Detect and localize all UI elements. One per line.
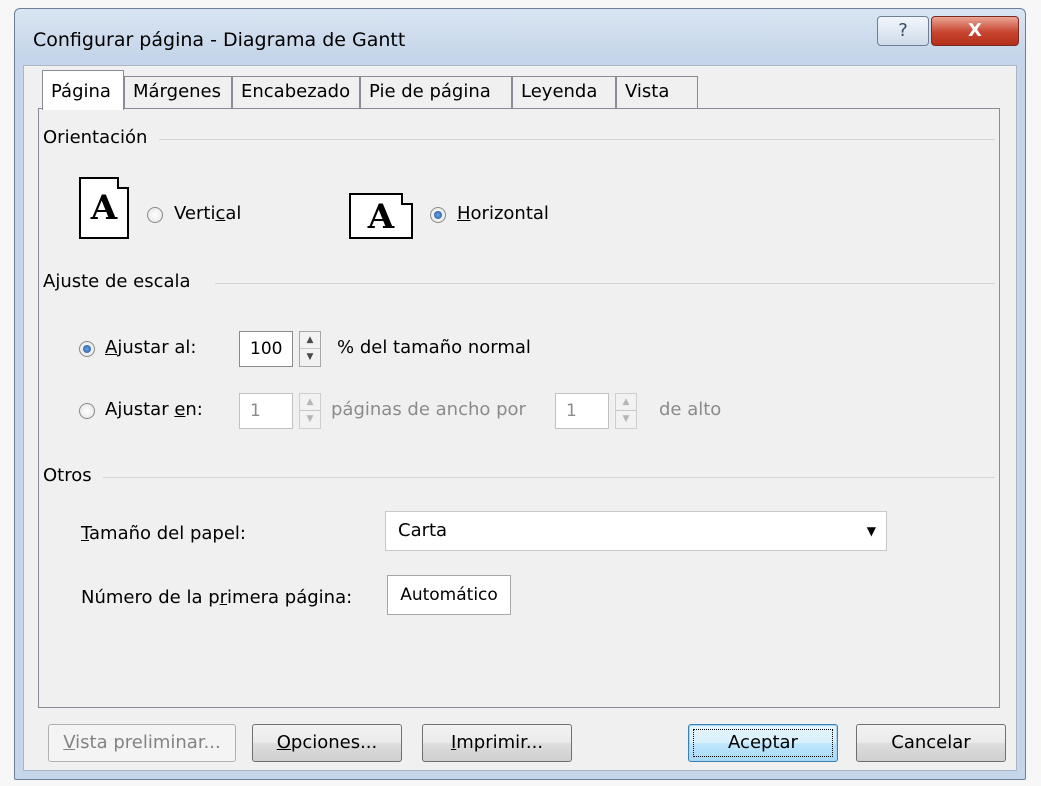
fit-wide-input[interactable]: 1 — [239, 393, 293, 429]
scaling-divider — [215, 283, 995, 284]
close-button[interactable]: X — [931, 16, 1019, 46]
fit-wide-spinner[interactable]: ▲ ▼ — [299, 393, 321, 429]
help-button[interactable]: ? — [877, 16, 929, 46]
adjust-to-label[interactable]: Ajustar al: — [105, 337, 196, 358]
ok-button[interactable]: Aceptar — [688, 724, 838, 762]
tab-panel-pagina: Orientación A Vertical A Horizontal Ajus… — [38, 108, 1000, 708]
title-bar: Configurar página - Diagrama de Gantt ? … — [15, 9, 1025, 65]
fit-tall-suffix: de alto — [659, 399, 722, 420]
tab-pie-de-pagina[interactable]: Pie de página — [360, 76, 512, 108]
paper-size-value: Carta — [398, 520, 448, 541]
adjust-to-percent-input[interactable]: 100 — [239, 331, 293, 367]
horizontal-label[interactable]: Horizontal — [457, 203, 549, 224]
help-icon: ? — [898, 20, 908, 41]
other-group-title: Otros — [43, 465, 92, 486]
spin-down-icon[interactable]: ▼ — [300, 411, 320, 428]
landscape-page-icon: A — [349, 193, 413, 239]
tab-encabezado[interactable]: Encabezado — [232, 76, 360, 108]
adjust-to-radio[interactable] — [79, 341, 95, 357]
paper-size-label: Tamaño del papel: — [81, 523, 246, 544]
spin-up-icon[interactable]: ▲ — [300, 394, 320, 411]
fit-to-label[interactable]: Ajustar en: — [105, 399, 203, 420]
fit-to-radio[interactable] — [79, 403, 95, 419]
tab-pagina[interactable]: Página — [42, 70, 124, 110]
page-setup-dialog: Configurar página - Diagrama de Gantt ? … — [14, 8, 1026, 780]
spin-down-icon[interactable]: ▼ — [300, 349, 320, 366]
orientation-divider — [159, 139, 995, 140]
tab-leyenda[interactable]: Leyenda — [512, 76, 616, 108]
paper-size-dropdown[interactable]: Carta ▼ — [385, 511, 887, 551]
fit-tall-input[interactable]: 1 — [555, 393, 609, 429]
adjust-to-spinner[interactable]: ▲ ▼ — [299, 331, 321, 367]
tab-vista[interactable]: Vista — [616, 76, 698, 108]
first-page-number-input[interactable]: Automático — [387, 575, 511, 615]
spin-down-icon[interactable]: ▼ — [616, 411, 636, 428]
chevron-down-icon[interactable]: ▼ — [867, 512, 876, 550]
cancel-button[interactable]: Cancelar — [856, 724, 1006, 762]
horizontal-radio[interactable] — [430, 207, 446, 223]
print-button[interactable]: Imprimir... — [422, 724, 572, 762]
scaling-group-title: Ajuste de escala — [43, 271, 191, 292]
options-button[interactable]: Opciones... — [252, 724, 402, 762]
adjust-to-suffix: % del tamaño normal — [337, 337, 531, 358]
other-divider — [103, 477, 995, 478]
spin-up-icon[interactable]: ▲ — [300, 332, 320, 349]
first-page-number-label: Número de la primera página: — [81, 587, 353, 608]
vertical-radio[interactable] — [147, 207, 163, 223]
dialog-body: Página Márgenes Encabezado Pie de página… — [23, 65, 1017, 771]
spin-up-icon[interactable]: ▲ — [616, 394, 636, 411]
dialog-title: Configurar página - Diagrama de Gantt — [33, 29, 406, 51]
fit-tall-spinner[interactable]: ▲ ▼ — [615, 393, 637, 429]
tab-margenes[interactable]: Márgenes — [124, 76, 232, 108]
fit-wide-suffix: páginas de ancho por — [331, 399, 526, 420]
vertical-label[interactable]: Vertical — [174, 203, 241, 224]
close-icon: X — [968, 20, 982, 41]
print-preview-button[interactable]: Vista preliminar... — [48, 724, 236, 762]
orientation-group-title: Orientación — [43, 127, 148, 148]
portrait-page-icon: A — [79, 177, 129, 239]
